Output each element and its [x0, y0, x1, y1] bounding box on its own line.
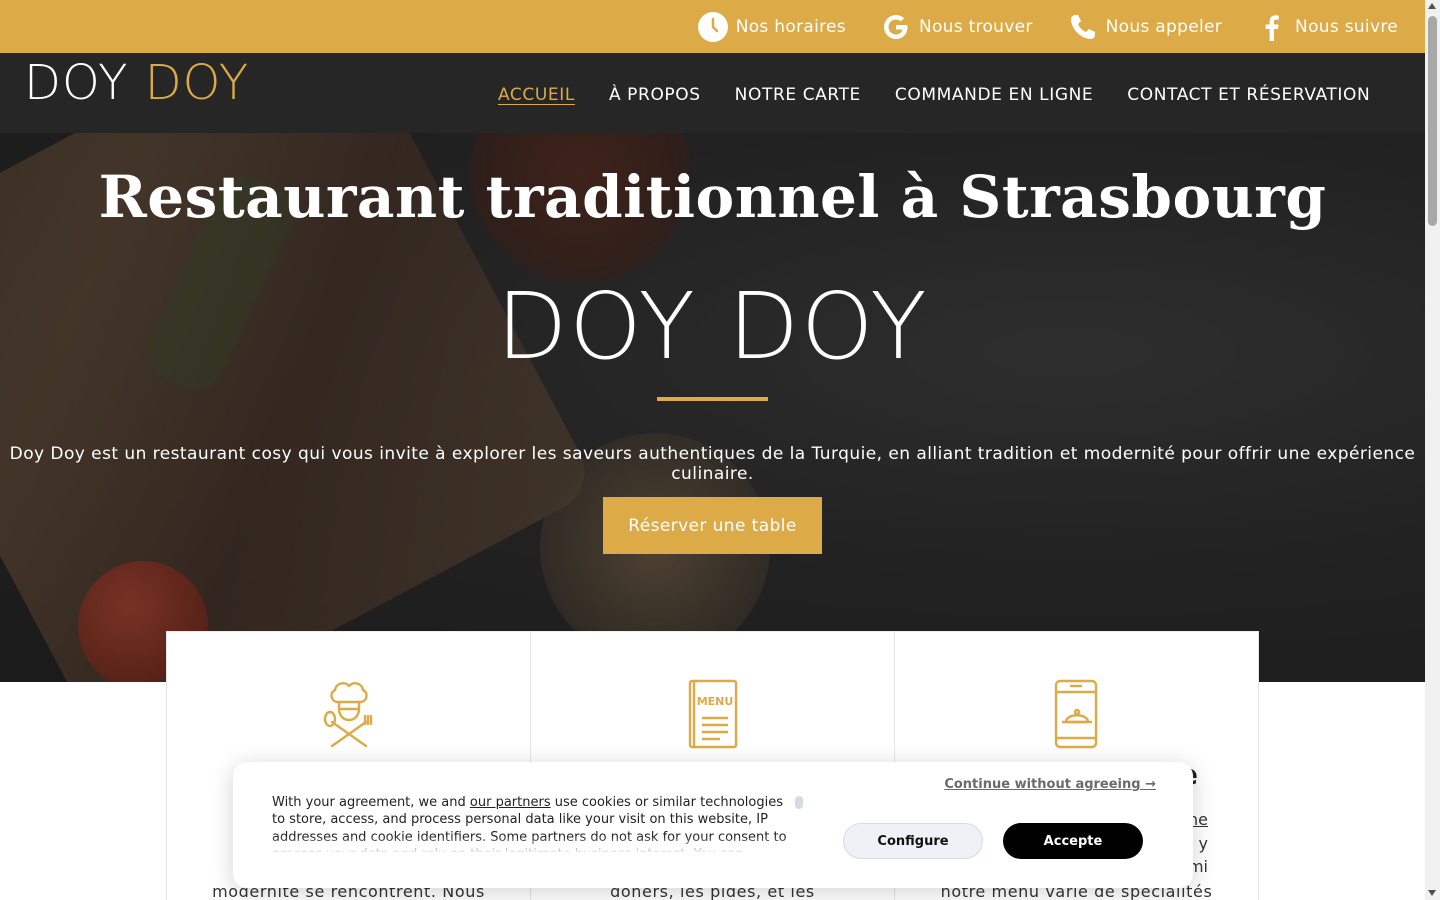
partners-link[interactable]: our partners	[470, 795, 551, 810]
find-us-label: Nous trouver	[918, 16, 1033, 37]
site-logo[interactable]: DOY DOY	[24, 55, 249, 111]
nav-item-commande-en-ligne[interactable]: COMMANDE EN LIGNE	[895, 81, 1093, 105]
hero-divider	[657, 397, 768, 401]
google-icon	[880, 11, 912, 43]
main-navbar: DOY DOY ACCUEIL À PROPOS NOTRE CARTE COM…	[0, 53, 1425, 133]
main-menu: ACCUEIL À PROPOS NOTRE CARTE COMMANDE EN…	[498, 53, 1404, 133]
cookie-text-fade	[272, 836, 794, 854]
top-bar: Nos horaires Nous trouver Nous appeler N…	[0, 0, 1425, 53]
hero-brand-name: DOY DOY	[496, 273, 929, 380]
scroll-down-arrow-icon[interactable]	[1428, 890, 1436, 896]
hours-label: Nos horaires	[735, 16, 846, 37]
scroll-up-arrow-icon[interactable]	[1428, 3, 1436, 9]
nav-item-contact-reservation[interactable]: CONTACT ET RÉSERVATION	[1127, 81, 1370, 105]
clock-icon	[697, 11, 729, 43]
cookie-text-before: With your agreement, we and	[272, 795, 470, 810]
scrollbar-thumb[interactable]	[1428, 16, 1437, 226]
follow-us-link[interactable]: Nous suivre	[1256, 11, 1398, 43]
call-us-link[interactable]: Nous appeler	[1067, 11, 1222, 43]
page-scrollbar[interactable]	[1425, 0, 1440, 900]
chef-icon	[314, 678, 384, 750]
nav-item-a-propos[interactable]: À PROPOS	[609, 81, 701, 105]
find-us-link[interactable]: Nous trouver	[880, 11, 1033, 43]
cookie-banner: With your agreement, we and our partners…	[233, 762, 1193, 888]
nav-item-notre-carte[interactable]: NOTRE CARTE	[735, 81, 861, 105]
top-links: Nos horaires Nous trouver Nous appeler N…	[663, 0, 1398, 53]
svg-text:MENU: MENU	[696, 695, 733, 708]
feature-text-line: y	[1198, 834, 1208, 853]
menu-icon: MENU	[678, 678, 748, 750]
cookie-text-scrollbar[interactable]	[795, 796, 803, 809]
continue-without-agreeing-link[interactable]: Continue without agreeing →	[944, 777, 1156, 792]
follow-us-label: Nous suivre	[1295, 16, 1398, 37]
phone-icon	[1067, 11, 1099, 43]
call-us-label: Nous appeler	[1105, 16, 1223, 37]
logo-part-2: DOY	[144, 55, 250, 111]
hero-title: Restaurant traditionnel à Strasbourg	[98, 163, 1327, 231]
facebook-icon	[1256, 11, 1288, 43]
book-table-button[interactable]: Réserver une table	[603, 497, 822, 554]
accept-button[interactable]: Accepte	[1003, 823, 1143, 859]
hours-link[interactable]: Nos horaires	[697, 11, 846, 43]
phone-delivery-icon	[1042, 678, 1112, 750]
hero-section: Restaurant traditionnel à Strasbourg DOY…	[0, 133, 1425, 682]
nav-item-accueil[interactable]: ACCUEIL	[498, 81, 575, 105]
logo-part-1: DOY	[24, 55, 129, 111]
configure-button[interactable]: Configure	[843, 823, 983, 859]
hero-description: Doy Doy est un restaurant cosy qui vous …	[9, 444, 1416, 484]
